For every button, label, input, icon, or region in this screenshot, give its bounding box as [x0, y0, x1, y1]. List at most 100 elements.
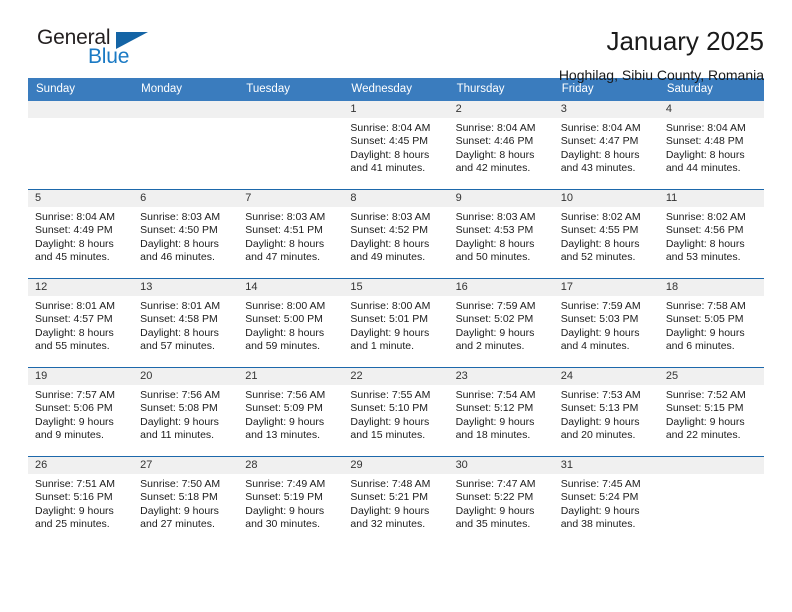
weekday-header-sunday: Sunday: [36, 83, 76, 95]
calendar-day-cell[interactable]: 24 Sunrise: 7:53 AM Sunset: 5:13 PM Dayligh…: [553, 368, 659, 456]
calendar-day-cell[interactable]: 9 Sunrise: 8:03 AM Sunset: 4:53 PM Daylight…: [448, 190, 554, 278]
day-sunrise-text: Sunrise: 7:58 AM: [665, 300, 746, 312]
day-daylight-line1-text: Daylight: 8 hours: [665, 237, 745, 250]
calendar-page: General Blue January 2025 Hoghilag, Sibi…: [0, 0, 792, 612]
day-sunrise-text: Sunrise: 8:03 AM: [455, 211, 536, 223]
day-sunset-text: Sunset: 4:46 PM: [455, 135, 534, 148]
day-daylight-line1-text: Daylight: 8 hours: [35, 237, 114, 250]
day-daylight-line2-text: and 49 minutes.: [350, 251, 426, 264]
calendar-day-cell[interactable]: 1 Sunrise: 8:04 AM Sunset: 4:45 PM Daylight…: [343, 101, 449, 189]
day-number: 4: [658, 101, 764, 118]
calendar-day-cell[interactable]: 14 Sunrise: 8:00 AM Sunset: 5:00 PM Dayligh…: [238, 279, 344, 367]
calendar-day-cell[interactable]: 29 Sunrise: 7:48 AM Sunset: 5:21 PM Dayligh…: [343, 457, 449, 545]
day-daylight-line2-text: and 43 minutes.: [560, 162, 636, 175]
day-number: 28: [238, 457, 344, 474]
day-daylight-line1-text: Daylight: 9 hours: [140, 504, 219, 517]
day-number: [133, 101, 239, 118]
day-number: 5: [28, 190, 134, 207]
day-sunset-text: Sunset: 4:53 PM: [455, 224, 534, 237]
day-sunset-text: Sunset: 5:22 PM: [455, 491, 534, 504]
day-sunrise-text: Sunrise: 8:03 AM: [245, 211, 326, 223]
calendar-day-cell[interactable]: 26 Sunrise: 7:51 AM Sunset: 5:16 PM Dayligh…: [28, 457, 134, 545]
calendar-day-cell-empty: [28, 101, 134, 189]
calendar-day-cell[interactable]: 10 Sunrise: 8:02 AM Sunset: 4:55 PM Dayligh…: [553, 190, 659, 278]
calendar-day-cell[interactable]: 19 Sunrise: 7:57 AM Sunset: 5:06 PM Dayligh…: [28, 368, 134, 456]
day-daylight-line2-text: and 47 minutes.: [245, 251, 320, 264]
day-daylight-line1-text: Daylight: 9 hours: [455, 504, 535, 517]
weekday-header-tuesday: Tuesday: [246, 83, 290, 95]
day-number: 11: [658, 190, 764, 207]
weekday-header-wednesday: Wednesday: [351, 83, 412, 95]
day-sun-info: Sunrise: 7:57 AM Sunset: 5:06 PM Daylight:…: [28, 385, 133, 443]
day-daylight-line2-text: and 45 minutes.: [35, 251, 110, 264]
day-daylight-line1-text: Daylight: 8 hours: [140, 326, 219, 339]
weekday-header-monday: Monday: [141, 83, 183, 95]
calendar-day-cell[interactable]: 27 Sunrise: 7:50 AM Sunset: 5:18 PM Dayligh…: [133, 457, 239, 545]
calendar-day-cell[interactable]: 30 Sunrise: 7:47 AM Sunset: 5:22 PM Dayligh…: [448, 457, 554, 545]
day-sunset-text: Sunset: 5:24 PM: [560, 491, 639, 504]
day-sun-info: Sunrise: 7:50 AM Sunset: 5:18 PM Daylight:…: [133, 474, 238, 532]
general-blue-logo[interactable]: General Blue: [28, 26, 158, 74]
calendar-day-cell[interactable]: 18 Sunrise: 7:58 AM Sunset: 5:05 PM Dayligh…: [658, 279, 764, 367]
calendar-day-cell[interactable]: 11 Sunrise: 8:02 AM Sunset: 4:56 PM Dayligh…: [658, 190, 764, 278]
day-number: 16: [448, 279, 554, 296]
day-number: 8: [343, 190, 449, 207]
calendar-day-cell[interactable]: 31 Sunrise: 7:45 AM Sunset: 5:24 PM Dayligh…: [553, 457, 659, 545]
calendar-day-cell[interactable]: 8 Sunrise: 8:03 AM Sunset: 4:52 PM Daylight…: [343, 190, 449, 278]
day-daylight-line2-text: and 27 minutes.: [140, 518, 215, 531]
calendar-day-cell[interactable]: 17 Sunrise: 7:59 AM Sunset: 5:03 PM Dayligh…: [553, 279, 659, 367]
day-daylight-line2-text: and 15 minutes.: [350, 429, 426, 442]
day-sunrise-text: Sunrise: 7:48 AM: [350, 478, 431, 490]
day-daylight-line1-text: Daylight: 9 hours: [560, 326, 640, 339]
day-sunrise-text: Sunrise: 8:02 AM: [665, 211, 746, 223]
calendar-day-cell[interactable]: 13 Sunrise: 8:01 AM Sunset: 4:58 PM Dayligh…: [133, 279, 239, 367]
calendar-grid: Sunday Monday Tuesday Wednesday Thursday…: [28, 78, 764, 545]
day-number: [658, 457, 764, 474]
calendar-day-cell[interactable]: 15 Sunrise: 8:00 AM Sunset: 5:01 PM Dayligh…: [343, 279, 449, 367]
day-sunrise-text: Sunrise: 7:53 AM: [560, 389, 641, 401]
calendar-day-cell[interactable]: 7 Sunrise: 8:03 AM Sunset: 4:51 PM Daylight…: [238, 190, 344, 278]
calendar-day-cell[interactable]: 21 Sunrise: 7:56 AM Sunset: 5:09 PM Dayligh…: [238, 368, 344, 456]
logo-text-blue: Blue: [88, 45, 130, 68]
calendar-day-cell[interactable]: 2 Sunrise: 8:04 AM Sunset: 4:46 PM Daylight…: [448, 101, 554, 189]
calendar-day-cell[interactable]: 4 Sunrise: 8:04 AM Sunset: 4:48 PM Daylight…: [658, 101, 764, 189]
calendar-day-cell[interactable]: 5 Sunrise: 8:04 AM Sunset: 4:49 PM Daylight…: [28, 190, 134, 278]
day-sun-info: Sunrise: 7:56 AM Sunset: 5:08 PM Daylight:…: [133, 385, 238, 443]
calendar-day-cell[interactable]: 28 Sunrise: 7:49 AM Sunset: 5:19 PM Dayligh…: [238, 457, 344, 545]
day-sun-info: Sunrise: 7:55 AM Sunset: 5:10 PM Daylight:…: [343, 385, 448, 443]
day-number: 18: [658, 279, 764, 296]
page-title: January 2025: [606, 26, 764, 56]
calendar-week-row: 5 Sunrise: 8:04 AM Sunset: 4:49 PM Daylight…: [28, 189, 764, 278]
calendar-day-cell[interactable]: 22 Sunrise: 7:55 AM Sunset: 5:10 PM Dayligh…: [343, 368, 449, 456]
calendar-day-cell[interactable]: 6 Sunrise: 8:03 AM Sunset: 4:50 PM Daylight…: [133, 190, 239, 278]
calendar-day-cell[interactable]: 25 Sunrise: 7:52 AM Sunset: 5:15 PM Dayligh…: [658, 368, 764, 456]
day-sun-info: Sunrise: 7:51 AM Sunset: 5:16 PM Daylight:…: [28, 474, 133, 532]
day-number: 23: [448, 368, 554, 385]
day-number: 7: [238, 190, 344, 207]
day-daylight-line2-text: and 52 minutes.: [560, 251, 636, 264]
day-daylight-line2-text: and 13 minutes.: [245, 429, 320, 442]
day-sunrise-text: Sunrise: 8:00 AM: [350, 300, 431, 312]
weekday-header-thursday: Thursday: [456, 83, 505, 95]
calendar-day-cell[interactable]: 23 Sunrise: 7:54 AM Sunset: 5:12 PM Dayligh…: [448, 368, 554, 456]
calendar-day-cell[interactable]: 16 Sunrise: 7:59 AM Sunset: 5:02 PM Dayligh…: [448, 279, 554, 367]
day-daylight-line1-text: Daylight: 8 hours: [560, 237, 640, 250]
day-number: 17: [553, 279, 659, 296]
day-sunset-text: Sunset: 4:49 PM: [35, 224, 113, 237]
day-daylight-line1-text: Daylight: 9 hours: [350, 326, 430, 339]
calendar-day-cell[interactable]: 20 Sunrise: 7:56 AM Sunset: 5:08 PM Dayligh…: [133, 368, 239, 456]
day-sunset-text: Sunset: 5:10 PM: [350, 402, 429, 415]
day-sun-info: Sunrise: 7:58 AM Sunset: 5:05 PM Daylight:…: [659, 296, 764, 354]
day-daylight-line1-text: Daylight: 9 hours: [350, 415, 430, 428]
day-number: 6: [133, 190, 239, 207]
calendar-day-cell-empty: [133, 101, 239, 189]
calendar-day-cell[interactable]: 3 Sunrise: 8:04 AM Sunset: 4:47 PM Daylight…: [553, 101, 659, 189]
day-sunrise-text: Sunrise: 8:00 AM: [245, 300, 326, 312]
day-daylight-line1-text: Daylight: 9 hours: [35, 504, 114, 517]
day-sunrise-text: Sunrise: 8:01 AM: [140, 300, 221, 312]
day-sunset-text: Sunset: 5:18 PM: [140, 491, 218, 504]
day-daylight-line1-text: Daylight: 9 hours: [245, 504, 325, 517]
day-number: 3: [553, 101, 659, 118]
calendar-day-cell[interactable]: 12 Sunrise: 8:01 AM Sunset: 4:57 PM Dayligh…: [28, 279, 134, 367]
title-block: January 2025 Hoghilag, Sibiu County, Rom…: [559, 26, 764, 84]
